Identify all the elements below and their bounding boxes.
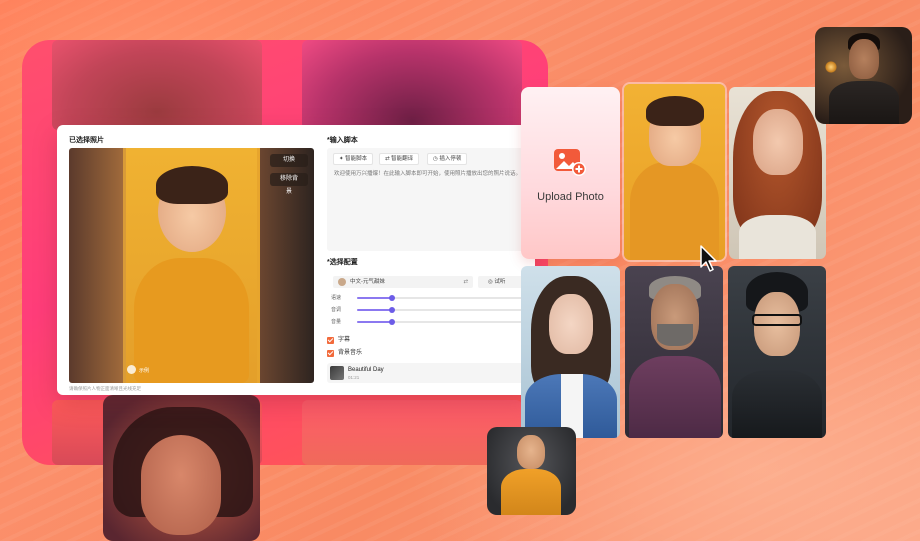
upload-photo-label: Upload Photo xyxy=(537,191,604,203)
speed-slider[interactable]: 语速 xyxy=(331,294,531,302)
slider-knob[interactable] xyxy=(388,307,395,313)
voice-avatar xyxy=(338,277,346,286)
sample-photo-woman[interactable] xyxy=(521,266,620,438)
backdrop-photo xyxy=(52,40,262,130)
music-name: Beautiful Day xyxy=(348,367,384,373)
pitch-slider[interactable]: 音调 xyxy=(331,306,531,314)
sample-photo-glasses-man[interactable] xyxy=(728,266,826,438)
smart-translate-chip[interactable]: ⇄ 智能翻译 xyxy=(379,153,420,165)
upload-photo-card[interactable]: Upload Photo xyxy=(521,87,620,259)
volume-slider[interactable]: 音量 xyxy=(331,318,531,326)
music-duration: 01:21 xyxy=(348,375,360,380)
sample-photo-monk[interactable] xyxy=(487,427,576,515)
photo-section-title: 已选择照片 xyxy=(69,137,104,144)
sample-face-card xyxy=(103,395,260,541)
remove-background-button[interactable]: 移除背景 xyxy=(270,173,308,195)
sample-photo-man[interactable] xyxy=(815,27,912,124)
glasses-shape xyxy=(752,314,802,326)
sample-photo-redhead[interactable] xyxy=(729,87,826,259)
crop-button[interactable]: 切换 xyxy=(270,154,308,167)
editor-window: 已选择照片 切换 移除背景 示例 请确保照片人物正面清晰且光线充足 *输入脚本 … xyxy=(57,125,535,395)
slider-knob[interactable] xyxy=(388,319,395,325)
backdrop-photo xyxy=(302,40,522,130)
mouse-cursor-icon xyxy=(700,245,717,272)
watermark-label: 示例 xyxy=(139,368,150,374)
swap-icon: ⇄ xyxy=(463,279,468,285)
script-placeholder: 欢迎使用万兴播爆！在此输入脚本即可开始，使用照片播放出您的照片说话。 xyxy=(334,171,522,177)
voice-select[interactable]: 中文-元气甜妹 ⇄ xyxy=(333,276,473,288)
sample-photo-baby[interactable] xyxy=(624,84,725,260)
checkbox-checked-icon xyxy=(327,350,334,357)
image-upload-icon xyxy=(554,149,586,176)
smart-script-chip[interactable]: ✦ 智能脚本 xyxy=(333,153,374,165)
lamp-glow xyxy=(825,61,837,73)
music-track-item[interactable]: Beautiful Day 01:21 xyxy=(327,363,532,383)
selected-photo-preview[interactable]: 切换 移除背景 示例 xyxy=(69,148,314,383)
voice-section-title: *选择配置 xyxy=(327,259,358,266)
baby-portrait xyxy=(126,148,257,383)
watermark-icon xyxy=(127,365,136,374)
photo-caption: 请确保照片人物正面清晰且光线充足 xyxy=(69,386,141,391)
sample-photo-older-man[interactable] xyxy=(625,266,723,438)
checkbox-checked-icon xyxy=(327,337,334,344)
slider-knob[interactable] xyxy=(388,295,395,301)
album-cover xyxy=(330,366,344,380)
script-section-title: *输入脚本 xyxy=(327,137,358,144)
insert-pause-chip[interactable]: ◷ 插入停顿 xyxy=(427,153,468,165)
script-input[interactable]: ✦ 智能脚本 ⇄ 智能翻译 ◷ 插入停顿 欢迎使用万兴播爆！在此输入脚本即可开始… xyxy=(327,148,532,251)
